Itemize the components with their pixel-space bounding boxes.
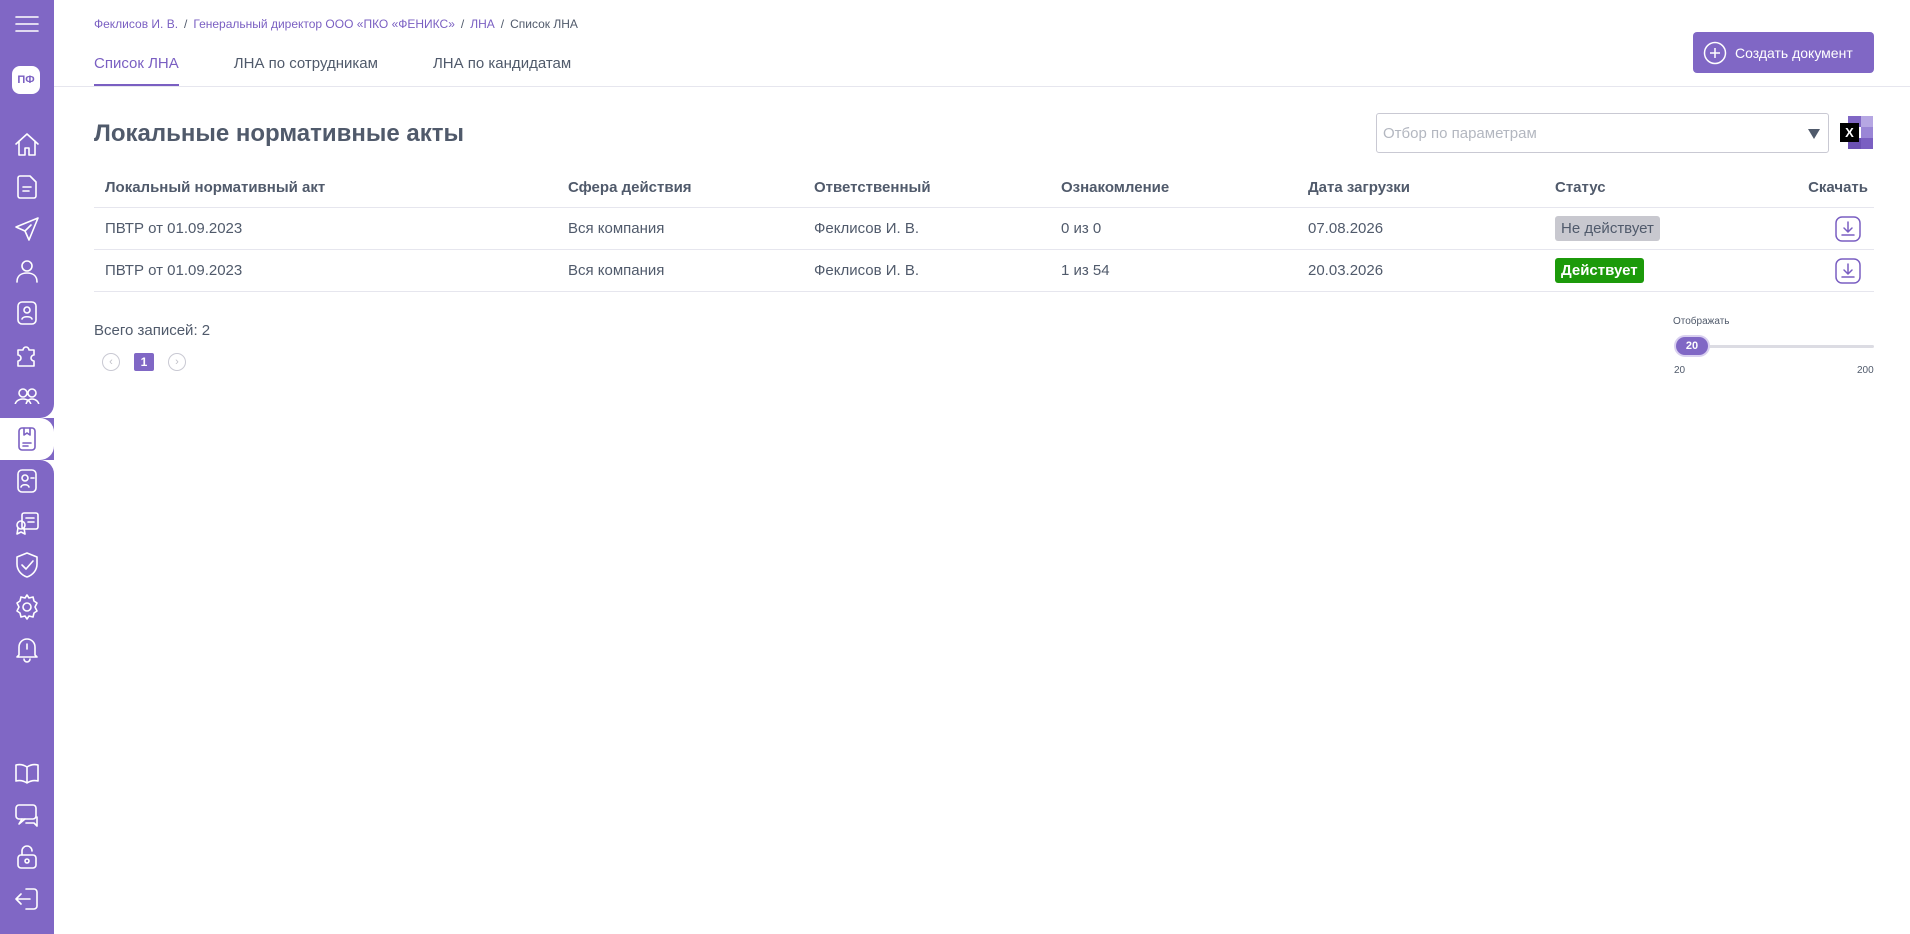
table-header: Локальный нормативный акт Сфера действия… xyxy=(94,168,1874,208)
per-page-min: 20 xyxy=(1674,365,1686,376)
pagination: ‹ 1 › xyxy=(102,353,186,371)
document-icon[interactable] xyxy=(0,166,54,208)
create-document-button[interactable]: Создать документ xyxy=(1693,32,1874,73)
tab-lna-by-employees[interactable]: ЛНА по сотрудникам xyxy=(234,55,378,87)
excel-tile xyxy=(1861,127,1873,138)
lna-icon[interactable] xyxy=(0,418,54,460)
send-icon[interactable] xyxy=(0,208,54,250)
column-header: Скачать xyxy=(1808,179,1868,196)
column-header[interactable]: Локальный нормативный акт xyxy=(94,179,568,196)
gear-icon[interactable] xyxy=(0,586,54,628)
per-page-label: Отображать xyxy=(1673,316,1730,327)
total-records: Всего записей: 2 xyxy=(94,322,211,339)
active-notch xyxy=(0,404,54,418)
column-header[interactable]: Сфера действия xyxy=(568,179,814,196)
lock-icon[interactable] xyxy=(0,836,54,878)
column-header[interactable]: Дата загрузки xyxy=(1308,179,1555,196)
shield-icon[interactable] xyxy=(0,544,54,586)
cell-act: ПВТР от 01.09.2023 xyxy=(105,262,243,279)
cell-acquaintance: 0 из 0 xyxy=(1061,220,1102,237)
status-badge: Действует xyxy=(1555,258,1644,283)
page-number[interactable]: 1 xyxy=(134,353,154,371)
bell-icon[interactable] xyxy=(0,628,54,670)
next-page-button[interactable]: › xyxy=(168,353,186,371)
column-header[interactable]: Ответственный xyxy=(814,179,1061,196)
breadcrumb-link[interactable]: ЛНА xyxy=(470,17,495,31)
sidebar: ПФ xyxy=(0,0,54,934)
filter-select[interactable]: Отбор по параметрам xyxy=(1376,113,1829,153)
breadcrumb-separator: / xyxy=(184,17,188,31)
home-icon[interactable] xyxy=(0,124,54,166)
logout-icon[interactable] xyxy=(0,878,54,920)
breadcrumb-separator: / xyxy=(460,17,465,31)
status-badge: Не действует xyxy=(1555,216,1660,241)
cell-date: 20.03.2026 xyxy=(1308,262,1384,279)
plus-circle-icon xyxy=(1703,41,1727,64)
per-page-max: 200 xyxy=(1857,365,1874,376)
column-header[interactable]: Статус xyxy=(1555,179,1790,196)
filter-placeholder: Отбор по параметрам xyxy=(1383,124,1537,142)
breadcrumb: Феклисов И. В. / Генеральный директор ОО… xyxy=(94,17,578,31)
badge-icon[interactable] xyxy=(0,292,54,334)
menu-icon[interactable] xyxy=(0,3,54,45)
certificate-icon[interactable] xyxy=(0,502,54,544)
tab-lna-by-candidates[interactable]: ЛНА по кандидатам xyxy=(433,55,571,87)
tab-bar: Список ЛНА ЛНА по сотрудникам ЛНА по кан… xyxy=(94,55,626,87)
breadcrumb-link[interactable]: Феклисов И. В. xyxy=(94,17,178,31)
download-icon[interactable] xyxy=(1834,257,1862,284)
tab-lna-list[interactable]: Список ЛНА xyxy=(94,55,179,87)
table-row[interactable]: ПВТР от 01.09.2023 Вся компания Феклисов… xyxy=(94,208,1874,250)
excel-icon: X xyxy=(1840,123,1859,142)
lna-table: Локальный нормативный акт Сфера действия… xyxy=(94,168,1874,292)
table-row[interactable]: ПВТР от 01.09.2023 Вся компания Феклисов… xyxy=(94,250,1874,292)
user-card-icon[interactable] xyxy=(0,460,54,502)
excel-tile xyxy=(1861,138,1873,149)
cell-scope: Вся компания xyxy=(568,262,665,279)
cell-responsible: Феклисов И. В. xyxy=(814,262,920,279)
page-title: Локальные нормативные акты xyxy=(94,120,465,147)
cell-responsible: Феклисов И. В. xyxy=(814,220,920,237)
user-icon[interactable] xyxy=(0,250,54,292)
prev-page-button[interactable]: ‹ xyxy=(102,353,120,371)
excel-tile xyxy=(1861,116,1873,127)
per-page-slider-thumb[interactable]: 20 xyxy=(1676,337,1708,355)
avatar[interactable]: ПФ xyxy=(12,66,40,94)
cell-act: ПВТР от 01.09.2023 xyxy=(105,220,243,237)
dropdown-arrow-icon xyxy=(1808,129,1820,139)
cell-date: 07.08.2026 xyxy=(1308,220,1384,237)
puzzle-icon[interactable] xyxy=(0,334,54,376)
header-divider xyxy=(54,86,1910,87)
breadcrumb-current: Список ЛНА xyxy=(510,17,578,31)
create-document-label: Создать документ xyxy=(1735,44,1853,61)
breadcrumb-link[interactable]: Генеральный директор ООО «ПКО «ФЕНИКС» xyxy=(193,17,455,31)
book-icon[interactable] xyxy=(0,752,54,794)
cell-acquaintance: 1 из 54 xyxy=(1061,262,1110,279)
support-icon[interactable] xyxy=(0,794,54,836)
cell-scope: Вся компания xyxy=(568,220,665,237)
column-header[interactable]: Ознакомление xyxy=(1061,179,1308,196)
download-icon[interactable] xyxy=(1834,215,1862,242)
breadcrumb-separator: / xyxy=(500,17,505,31)
